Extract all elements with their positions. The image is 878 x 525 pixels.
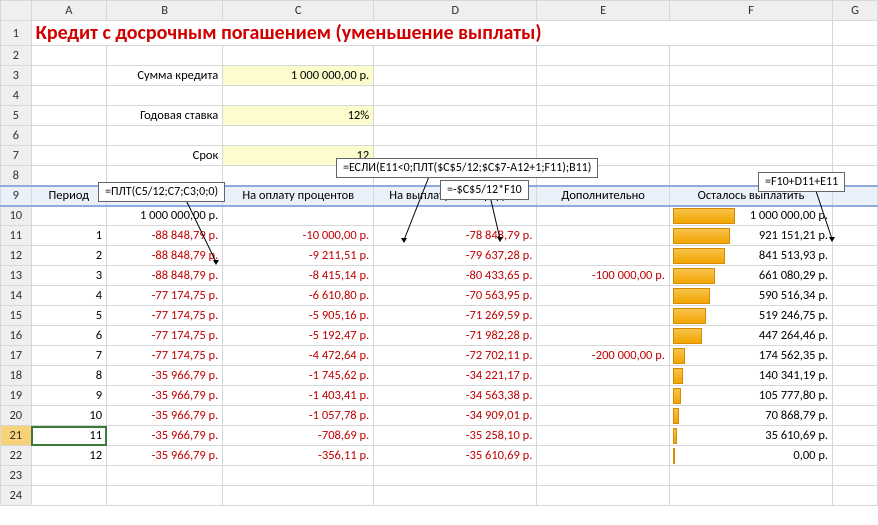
principal-cell[interactable]: -34 221,17 р. bbox=[374, 366, 537, 386]
balance-cell[interactable]: 70 868,79 р. bbox=[669, 406, 832, 426]
callout-arrows bbox=[0, 0, 878, 290]
extra-cell[interactable] bbox=[537, 426, 670, 446]
callout-conditional-formula: =ЕСЛИ(E11<0;ПЛТ($C$5/12;$C$7-A12+1;F11);… bbox=[336, 158, 598, 178]
balance-text: 70 868,79 р. bbox=[738, 408, 828, 423]
interest-cell[interactable]: -356,11 р. bbox=[223, 446, 374, 466]
arrowhead-icon bbox=[401, 238, 407, 243]
principal-cell[interactable]: -71 269,59 р. bbox=[374, 306, 537, 326]
row-hdr[interactable]: 16 bbox=[1, 326, 32, 346]
balance-cell[interactable]: 105 777,80 р. bbox=[669, 386, 832, 406]
period-cell[interactable]: 7 bbox=[31, 346, 106, 366]
balance-text: 519 246,75 р. bbox=[738, 308, 828, 323]
row-hdr[interactable]: 21 bbox=[1, 426, 32, 446]
balance-text: 447 264,46 р. bbox=[738, 328, 828, 343]
extra-cell[interactable]: -200 000,00 р. bbox=[537, 346, 670, 366]
principal-cell[interactable]: -34 563,38 р. bbox=[374, 386, 537, 406]
payment-cell[interactable]: -35 966,79 р. bbox=[107, 386, 223, 406]
balance-cell[interactable]: 35 610,69 р. bbox=[669, 426, 832, 446]
principal-cell[interactable]: -71 982,28 р. bbox=[374, 326, 537, 346]
balance-cell[interactable]: 140 341,19 р. bbox=[669, 366, 832, 386]
extra-cell[interactable] bbox=[537, 446, 670, 466]
interest-cell[interactable]: -5 192,47 р. bbox=[223, 326, 374, 346]
arrowhead-icon bbox=[497, 237, 503, 242]
row-hdr[interactable]: 19 bbox=[1, 386, 32, 406]
payment-cell[interactable]: -35 966,79 р. bbox=[107, 406, 223, 426]
row-hdr[interactable]: 17 bbox=[1, 346, 32, 366]
row-hdr[interactable]: 18 bbox=[1, 366, 32, 386]
interest-cell[interactable]: -1 403,41 р. bbox=[223, 386, 374, 406]
balance-text: 105 777,80 р. bbox=[738, 388, 828, 403]
period-cell[interactable]: 8 bbox=[31, 366, 106, 386]
balance-cell[interactable]: 174 562,35 р. bbox=[669, 346, 832, 366]
balance-cell[interactable]: 519 246,75 р. bbox=[669, 306, 832, 326]
interest-cell[interactable]: -708,69 р. bbox=[223, 426, 374, 446]
payment-cell[interactable]: -77 174,75 р. bbox=[107, 326, 223, 346]
row-hdr[interactable]: 22 bbox=[1, 446, 32, 466]
balance-text: 140 341,19 р. bbox=[738, 368, 828, 383]
extra-cell[interactable] bbox=[537, 406, 670, 426]
period-cell[interactable]: 11 bbox=[31, 426, 106, 446]
period-cell[interactable]: 9 bbox=[31, 386, 106, 406]
callout-interest-formula: =-$C$5/12*F10 bbox=[440, 180, 529, 200]
payment-cell[interactable]: -35 966,79 р. bbox=[107, 366, 223, 386]
interest-cell[interactable]: -1 745,62 р. bbox=[223, 366, 374, 386]
principal-cell[interactable]: -35 258,10 р. bbox=[374, 426, 537, 446]
extra-cell[interactable] bbox=[537, 386, 670, 406]
period-cell[interactable]: 12 bbox=[31, 446, 106, 466]
period-cell[interactable]: 6 bbox=[31, 326, 106, 346]
payment-cell[interactable]: -77 174,75 р. bbox=[107, 346, 223, 366]
balance-cell[interactable]: 447 264,46 р. bbox=[669, 326, 832, 346]
balance-text: 590 516,34 р. bbox=[738, 288, 828, 303]
principal-cell[interactable]: -72 702,11 р. bbox=[374, 346, 537, 366]
extra-cell[interactable] bbox=[537, 306, 670, 326]
balance-text: 174 562,35 р. bbox=[738, 348, 828, 363]
balance-cell[interactable]: 0,00 р. bbox=[669, 446, 832, 466]
balance-text: 35 610,69 р. bbox=[738, 428, 828, 443]
principal-cell[interactable]: -34 909,01 р. bbox=[374, 406, 537, 426]
payment-cell[interactable]: -77 174,75 р. bbox=[107, 306, 223, 326]
balance-text: 0,00 р. bbox=[738, 448, 828, 463]
period-cell[interactable]: 5 bbox=[31, 306, 106, 326]
interest-cell[interactable]: -4 472,64 р. bbox=[223, 346, 374, 366]
interest-cell[interactable]: -5 905,16 р. bbox=[223, 306, 374, 326]
arrowhead-icon bbox=[213, 260, 219, 265]
interest-cell[interactable]: -1 057,78 р. bbox=[223, 406, 374, 426]
callout-payment-formula: =ПЛТ(C5/12;C7;C3;0;0) bbox=[98, 182, 225, 202]
principal-cell[interactable]: -35 610,69 р. bbox=[374, 446, 537, 466]
payment-cell[interactable]: -35 966,79 р. bbox=[107, 426, 223, 446]
extra-cell[interactable] bbox=[537, 326, 670, 346]
row-hdr[interactable]: 23 bbox=[1, 466, 32, 486]
row-hdr[interactable]: 24 bbox=[1, 486, 32, 506]
row-hdr[interactable]: 20 bbox=[1, 406, 32, 426]
arrowhead-icon bbox=[829, 237, 835, 242]
extra-cell[interactable] bbox=[537, 366, 670, 386]
payment-cell[interactable]: -35 966,79 р. bbox=[107, 446, 223, 466]
callout-balance-formula: =F10+D11+E11 bbox=[758, 172, 845, 192]
period-cell[interactable]: 10 bbox=[31, 406, 106, 426]
row-hdr[interactable]: 15 bbox=[1, 306, 32, 326]
